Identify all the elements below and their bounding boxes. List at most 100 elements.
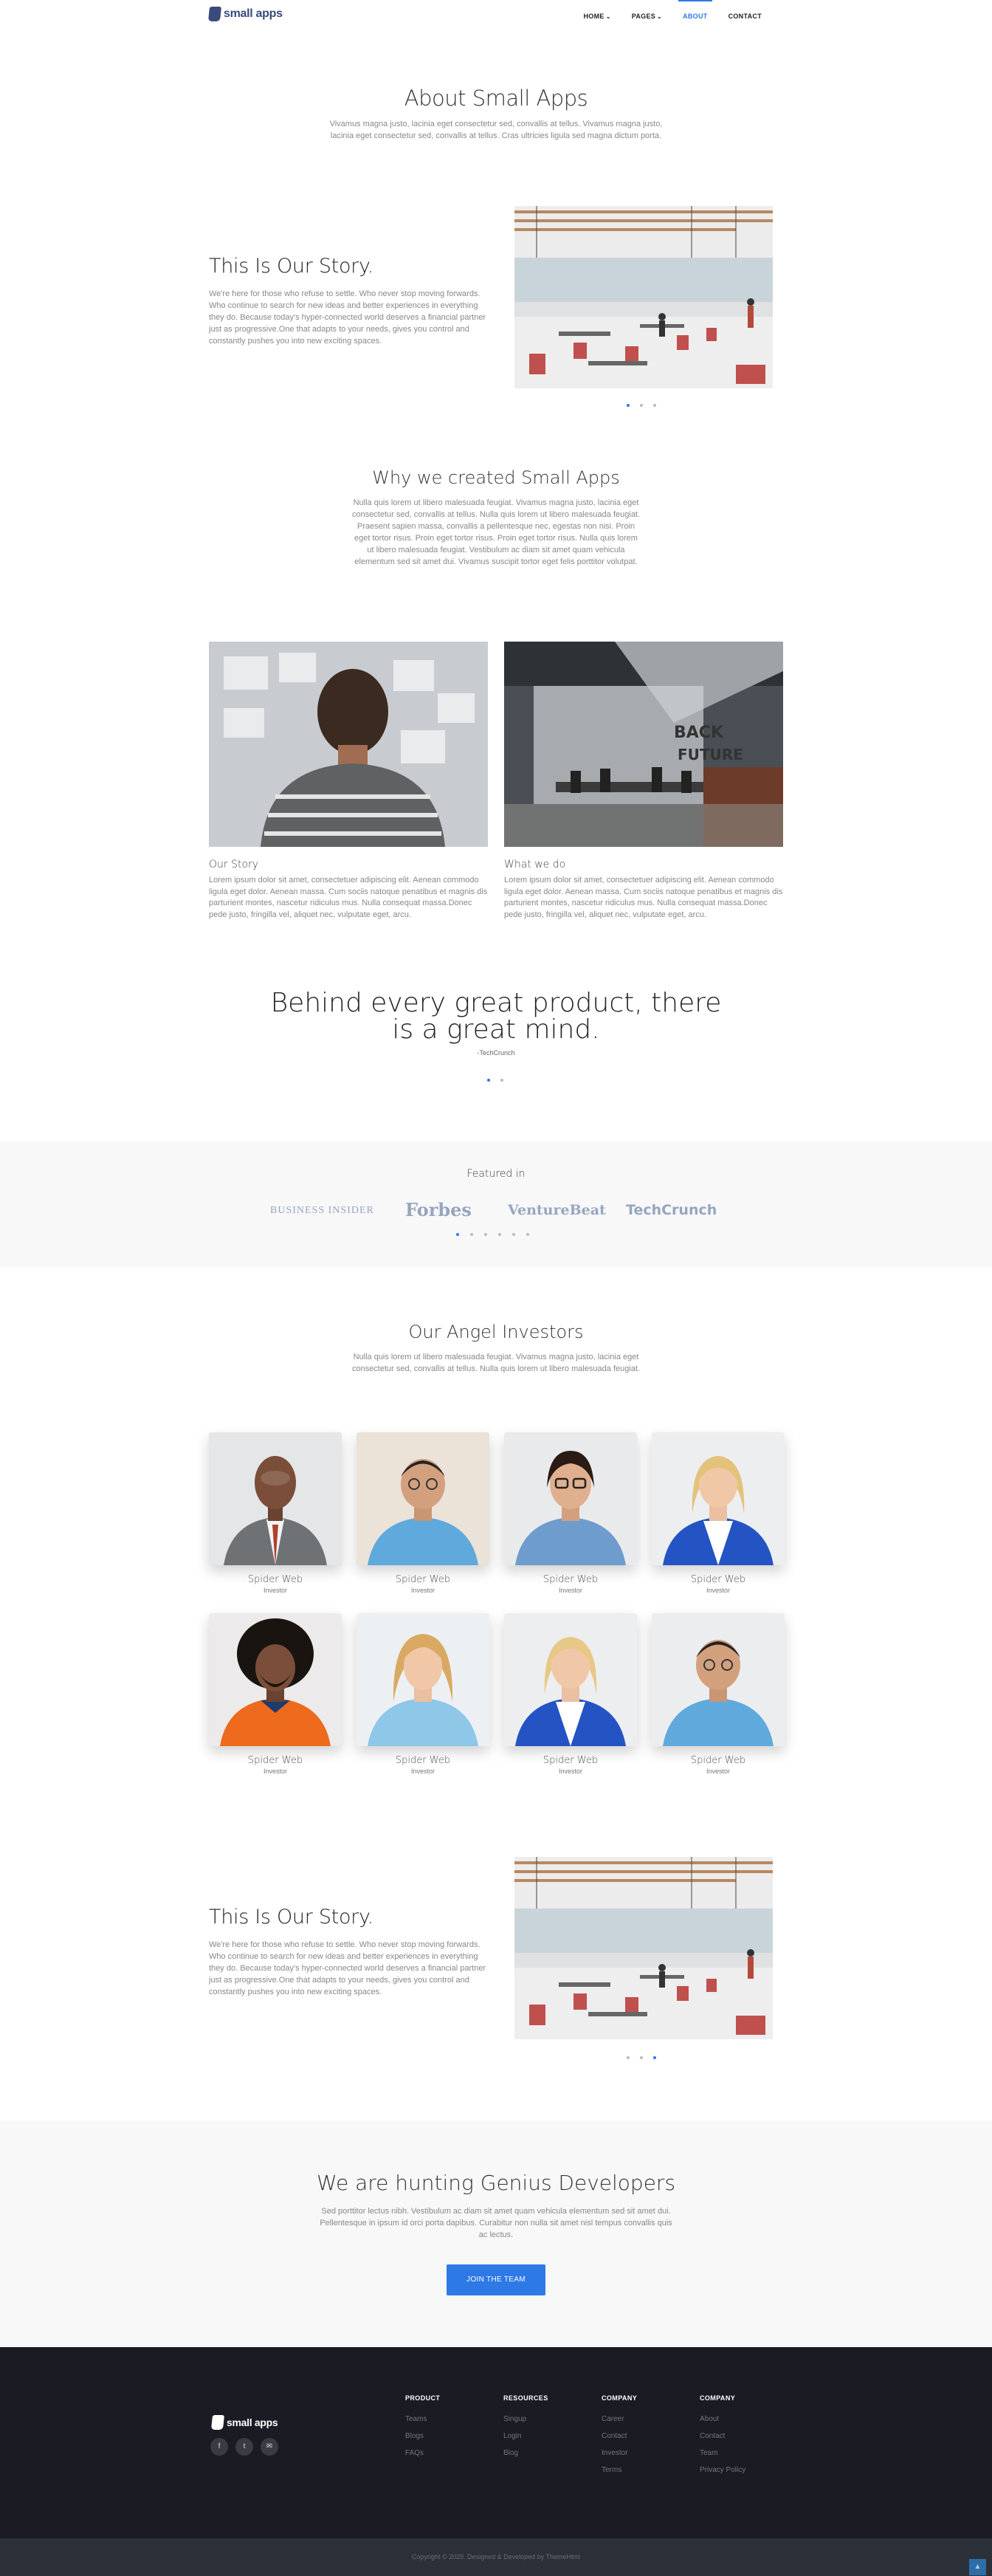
card-title: What we do [504,859,566,870]
carousel-dot[interactable] [498,1233,501,1236]
carousel-dot[interactable] [456,1233,459,1236]
carousel-dot[interactable] [640,2056,643,2059]
footer-logo[interactable]: small apps [210,2415,278,2430]
footer-col-title: COMPANY [700,2394,736,2402]
hero-text: Vivamus magna justo, lacinia eget consec… [329,120,663,140]
footer-link[interactable]: About [700,2415,745,2423]
join-team-button[interactable]: JOIN THE TEAM [447,2264,545,2295]
carousel-dot[interactable] [526,1233,529,1236]
svg-text:FUTURE: FUTURE [678,746,743,763]
brand-forbes: Forbes [405,1199,472,1220]
investor-name: Spider Web [395,1755,451,1766]
carousel-dot[interactable] [487,1079,490,1082]
why-section: Why we created Small Apps Nulla quis lor… [0,467,992,568]
scroll-top-button[interactable]: ▲ [969,2559,986,2575]
copyright-text: Copyright © 2020. Designed & Developed b… [411,2553,581,2560]
footer-logo-text: small apps [227,2417,278,2428]
investor-role: Investor [410,1768,435,1775]
carousel-dot[interactable] [484,1233,487,1236]
footer-link[interactable]: Career [602,2415,637,2423]
carousel-dot[interactable] [470,1233,473,1236]
featured-dots [456,1233,529,1236]
investor-name: Spider Web [690,1755,746,1766]
twitter-icon[interactable]: t [235,2438,253,2456]
carousel-dot[interactable] [500,1079,503,1082]
site-footer: small apps f t ✉ PRODUCT Teams Blogs FAQ… [0,2347,992,2538]
carousel-dot[interactable] [653,2056,656,2059]
footer-link[interactable]: Team [700,2449,745,2457]
about-hero: About Small Apps Vivamus magna justo, la… [0,86,992,142]
office-photo [514,1857,773,2039]
footer-col-title: PRODUCT [405,2394,441,2402]
investor-name: Spider Web [247,1755,303,1766]
investor-name: Spider Web [542,1574,599,1585]
carousel-dots [627,2056,656,2059]
quote-section: Behind every great product, there is a g… [0,990,992,1082]
investor-role: Investor [263,1768,287,1775]
investor-card[interactable]: Spider Web Investor [356,1613,489,1775]
investor-card[interactable]: Spider Web Investor [356,1432,489,1594]
card-what-we-do: BACK FUTURE What we do Lorem ipsum dolor… [504,642,783,921]
avatar [504,1432,637,1565]
footer-link[interactable]: Contact [700,2432,745,2440]
footer-link[interactable]: Singup [503,2415,548,2423]
careers-cta: We are hunting Genius Developers Sed por… [0,2120,992,2347]
investor-name: Spider Web [247,1574,303,1585]
logo-text: small apps [224,7,283,20]
logo[interactable]: small apps [207,7,283,21]
arrow-up-icon: ▲ [974,2563,982,2571]
footer-col-company-2: COMPANY About Contact Team Privacy Polic… [700,2394,745,2483]
investor-role: Investor [558,1587,582,1594]
footer-link[interactable]: Privacy Policy [700,2466,745,2474]
email-icon[interactable]: ✉ [261,2438,278,2456]
footer-link[interactable]: Blogs [405,2432,440,2440]
why-title: Why we created Small Apps [372,467,620,488]
main-nav: HOME ⌄ PAGES ⌄ ABOUT CONTACT [573,0,772,32]
featured-section: Featured in BUSINESS INSIDER Forbes Vent… [0,1141,992,1267]
quote-dots [487,1079,503,1082]
nav-pages[interactable]: PAGES ⌄ [621,0,672,32]
carousel-dot[interactable] [640,404,643,407]
footer-link[interactable]: Login [503,2432,548,2440]
story-title: This Is Our Story. [209,1906,374,1928]
carousel-dot[interactable] [653,404,656,407]
careers-text: Sed porttitor lectus nibh. Vestibulum ac… [320,2207,672,2239]
investor-card[interactable]: Spider Web Investor [209,1613,342,1775]
investor-name: Spider Web [690,1574,746,1585]
featured-label: Featured in [466,1168,526,1180]
nav-about[interactable]: ABOUT [672,0,718,32]
investor-role: Investor [706,1768,730,1775]
footer-link[interactable]: Teams [405,2415,440,2423]
investor-card[interactable]: Spider Web Investor [652,1613,785,1775]
site-header: small apps HOME ⌄ PAGES ⌄ ABOUT CONTACT [0,0,992,32]
footer-col-title: RESOURCES [503,2394,548,2402]
investor-card[interactable]: Spider Web Investor [209,1432,342,1594]
footer-link[interactable]: Investor [602,2449,637,2457]
investor-card[interactable]: Spider Web Investor [652,1432,785,1594]
investor-card[interactable]: Spider Web Investor [504,1613,637,1775]
quote-author: -TechCrunch [477,1049,515,1057]
avatar [652,1613,785,1746]
footer-col-resources: RESOURCES Singup Login Blog [503,2394,548,2466]
investor-role: Investor [706,1587,730,1594]
card-our-story: Our Story Lorem ipsum dolor sit amet, co… [209,642,488,921]
nav-contact[interactable]: CONTACT [718,0,772,32]
footer-link[interactable]: Blog [503,2449,548,2457]
footer-col-company: COMPANY Career Contact Investor Terms [602,2394,637,2483]
carousel-dot[interactable] [627,2056,630,2059]
logo-mark-icon [207,7,222,21]
nav-home[interactable]: HOME ⌄ [573,0,621,32]
story-text: We're here for those who refuse to settl… [209,1940,486,1996]
carousel-dot[interactable] [512,1233,515,1236]
investor-card[interactable]: Spider Web Investor [504,1432,637,1594]
office-photo [514,206,773,388]
brand-techcrunch: TechCrunch [626,1202,717,1218]
facebook-icon[interactable]: f [210,2438,228,2456]
carousel-dots [627,404,656,407]
page-title: About Small Apps [404,86,588,111]
investor-role: Investor [558,1768,582,1775]
carousel-dot[interactable] [627,404,630,407]
footer-link[interactable]: Contact [602,2432,637,2440]
footer-link[interactable]: FAQs [405,2449,440,2457]
footer-link[interactable]: Terms [602,2466,637,2474]
